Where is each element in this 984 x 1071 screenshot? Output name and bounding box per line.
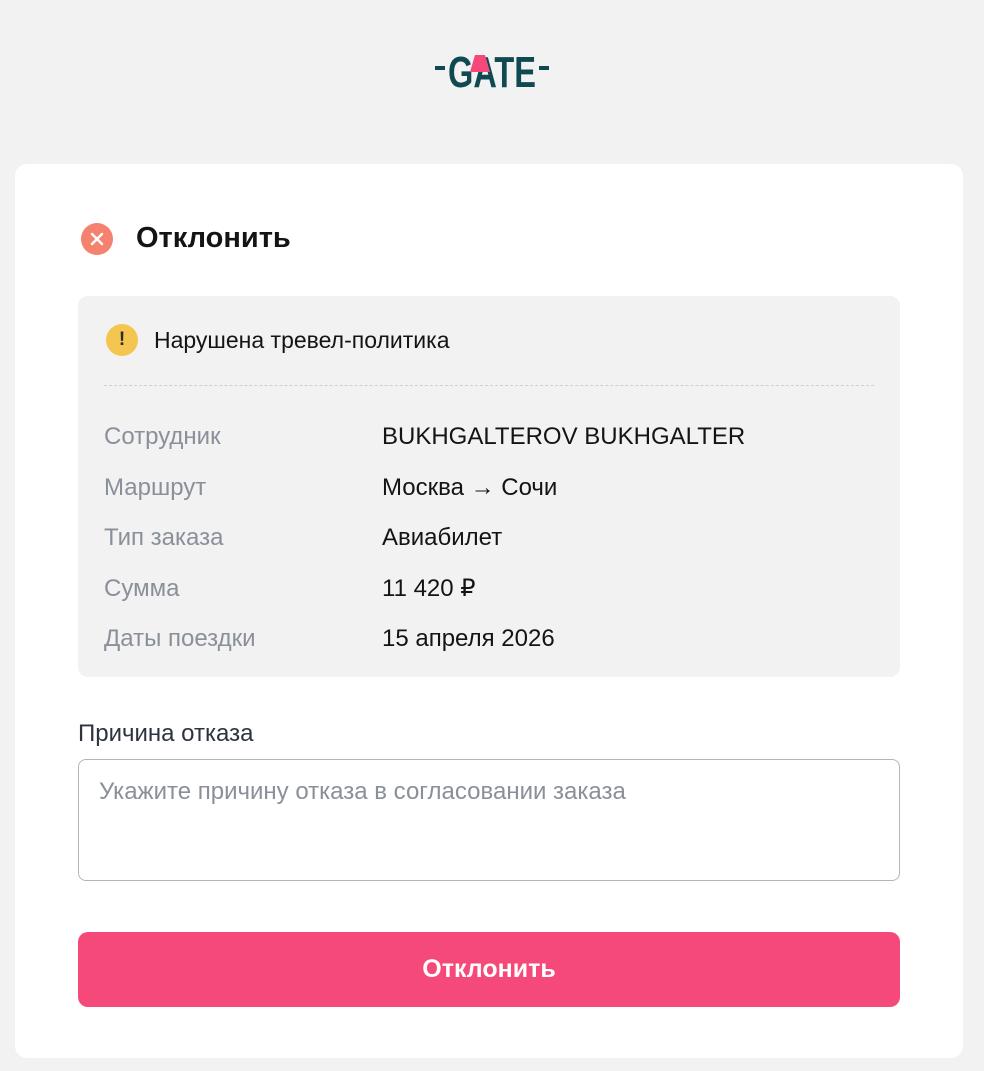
detail-label: Маршрут <box>104 473 207 501</box>
detail-row-employee: Сотрудник BUKHGALTEROV BUKHGALTER <box>104 412 874 463</box>
detail-row-order-type: Тип заказа Авиабилет <box>104 513 874 564</box>
detail-label: Сумма <box>104 574 180 602</box>
policy-warning: ! Нарушена тревел-политика <box>106 324 450 356</box>
gate-logo-mark: GATE <box>435 48 549 94</box>
reject-dialog: Отклонить ! Нарушена тревел-политика Сот… <box>15 164 963 1058</box>
detail-label: Сотрудник <box>104 423 221 451</box>
detail-row-route: Маршрут Москва → Сочи <box>104 463 874 514</box>
reason-textarea[interactable] <box>78 759 900 881</box>
dialog-header: Отклонить <box>81 222 291 255</box>
detail-value: Авиабилет <box>382 524 503 552</box>
detail-row-trip-dates: Даты поездки 15 апреля 2026 <box>104 614 874 665</box>
detail-label: Тип заказа <box>104 524 224 552</box>
order-info-box: ! Нарушена тревел-политика Сотрудник BUK… <box>78 296 900 677</box>
detail-value: BUKHGALTEROV BUKHGALTER <box>382 423 746 451</box>
divider <box>104 385 874 386</box>
dialog-title: Отклонить <box>136 222 291 254</box>
detail-value: Москва → Сочи <box>382 473 558 501</box>
detail-value: 15 апреля 2026 <box>382 625 555 653</box>
reject-button[interactable]: Отклонить <box>78 932 900 1007</box>
detail-value: 11 420 ₽ <box>382 575 476 603</box>
order-details: Сотрудник BUKHGALTEROV BUKHGALTER Маршру… <box>104 412 874 665</box>
gate-logo: GATE <box>0 40 984 96</box>
detail-label: Даты поездки <box>104 625 256 653</box>
close-circle-icon <box>81 222 113 255</box>
detail-row-amount: Сумма 11 420 ₽ <box>104 564 874 615</box>
policy-warning-text: Нарушена тревел-политика <box>154 326 450 353</box>
logo-text: GATE <box>448 48 536 94</box>
reason-label: Причина отказа <box>78 720 254 747</box>
exclamation-circle-icon: ! <box>106 324 138 356</box>
